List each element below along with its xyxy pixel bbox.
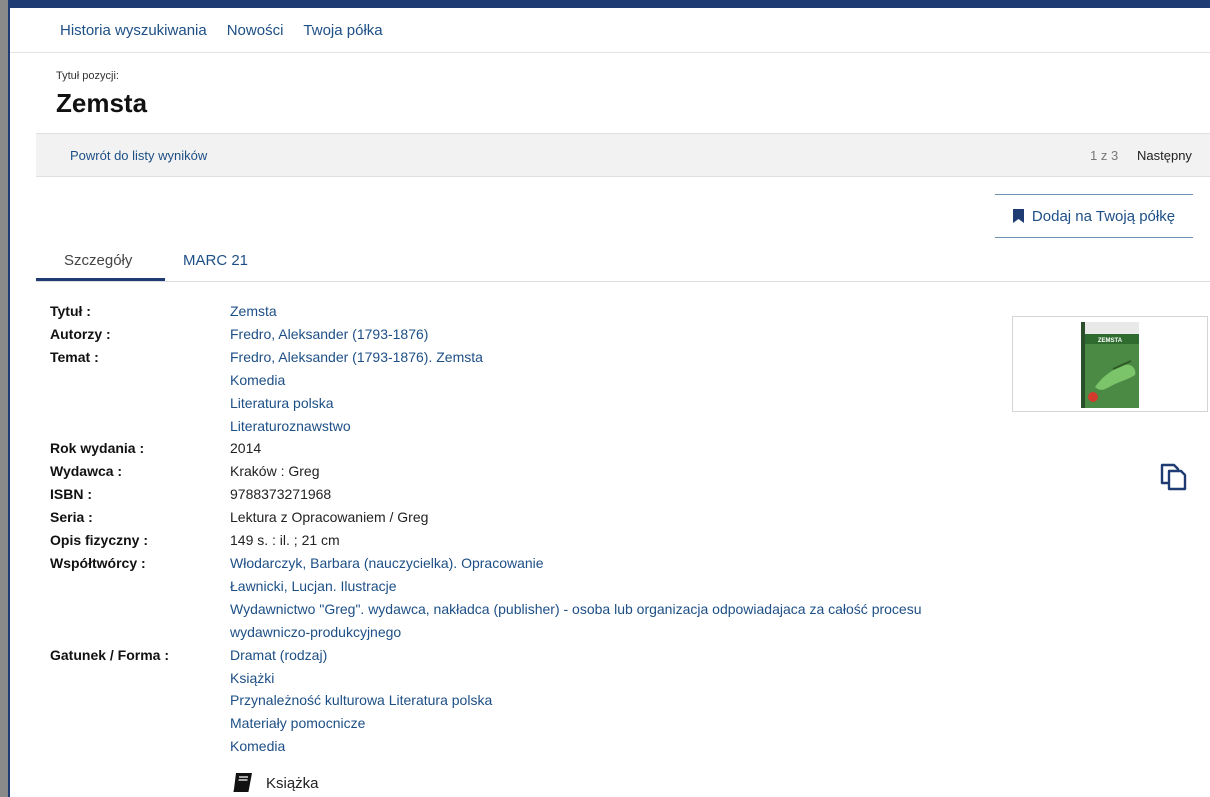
genre-link[interactable]: Komedia bbox=[230, 735, 492, 758]
title-block: Tytuł pozycji: Zemsta bbox=[56, 70, 147, 119]
subject-link[interactable]: Komedia bbox=[230, 369, 483, 392]
tab-marc21[interactable]: MARC 21 bbox=[183, 252, 248, 269]
detail-label: Współtwórcy : bbox=[50, 554, 146, 571]
back-to-results-link[interactable]: Powrót do listy wyników bbox=[70, 148, 207, 163]
detail-label: Opis fizyczny : bbox=[50, 532, 149, 549]
genre-link[interactable]: Przynależność kulturowa Literatura polsk… bbox=[230, 689, 492, 712]
detail-row-subject: Temat : Fredro, Aleksander (1793-1876). … bbox=[50, 346, 922, 438]
copy-icon[interactable] bbox=[1156, 458, 1190, 497]
detail-row-physical: Opis fizyczny : 149 s. : il. ; 21 cm bbox=[50, 529, 922, 552]
result-position: 1 z 3 bbox=[1090, 148, 1119, 163]
physical-description-value: 149 s. : il. ; 21 cm bbox=[230, 532, 340, 549]
subject-link[interactable]: Literaturoznawstwo bbox=[230, 415, 483, 438]
genre-link[interactable]: Książki bbox=[230, 667, 492, 690]
subject-link[interactable]: Literatura polska bbox=[230, 392, 483, 415]
detail-label: Rok wydania : bbox=[50, 440, 145, 457]
publisher-value: Kraków : Greg bbox=[230, 463, 320, 480]
detail-label: Autorzy : bbox=[50, 325, 111, 342]
detail-label: Temat : bbox=[50, 348, 99, 365]
detail-label: Tytuł : bbox=[50, 303, 91, 319]
genre-link[interactable]: Dramat (rodzaj) bbox=[230, 644, 492, 667]
detail-row-year: Rok wydania : 2014 bbox=[50, 437, 922, 460]
contributor-link[interactable]: wydawniczo-produkcyjnego bbox=[230, 621, 922, 644]
detail-row-contributors: Współtwórcy : Włodarczyk, Barbara (naucz… bbox=[50, 552, 922, 644]
title-value-link[interactable]: Zemsta bbox=[230, 300, 277, 323]
detail-row-isbn: ISBN : 9788373271968 bbox=[50, 483, 922, 506]
top-navigation: Historia wyszukiwania Nowości Twoja półk… bbox=[10, 8, 1210, 53]
detail-label: ISBN : bbox=[50, 486, 92, 503]
tab-details[interactable]: Szczegóły bbox=[64, 252, 132, 269]
genre-link[interactable]: Materiały pomocnicze bbox=[230, 712, 492, 735]
detail-row-genre: Gatunek / Forma : Dramat (rodzaj) Książk… bbox=[50, 644, 922, 759]
cover-image[interactable]: ZEMSTA bbox=[1012, 316, 1208, 412]
window-top-border bbox=[0, 0, 1210, 8]
nav-shelf-link[interactable]: Twoja półka bbox=[303, 22, 382, 39]
series-value: Lektura z Opracowaniem / Greg bbox=[230, 509, 429, 526]
add-to-shelf-button[interactable]: Dodaj na Twoją półkę bbox=[995, 194, 1193, 238]
nav-search-history-link[interactable]: Historia wyszukiwania bbox=[60, 22, 207, 39]
page: Historia wyszukiwania Nowości Twoja półk… bbox=[10, 8, 1210, 797]
add-to-shelf-label: Dodaj na Twoją półkę bbox=[1031, 207, 1176, 225]
detail-label: Wydawca : bbox=[50, 463, 123, 480]
detail-row-authors: Autorzy : Fredro, Aleksander (1793-1876) bbox=[50, 323, 922, 346]
page-title: Zemsta bbox=[56, 88, 148, 118]
detail-row-title: Tytuł : Zemsta bbox=[50, 300, 922, 323]
detail-row-publisher: Wydawca : Kraków : Greg bbox=[50, 460, 922, 483]
material-type-label: Książka bbox=[266, 774, 319, 792]
contributor-link[interactable]: Włodarczyk, Barbara (nauczycielka). Opra… bbox=[230, 552, 922, 575]
book-icon bbox=[233, 773, 252, 792]
detail-row-series: Seria : Lektura z Opracowaniem / Greg bbox=[50, 506, 922, 529]
active-tab-indicator bbox=[36, 278, 165, 281]
contributor-link[interactable]: Wydawnictwo "Greg". wydawca, nakładca (p… bbox=[230, 598, 922, 621]
record-details: Tytuł : Zemsta Autorzy : Fredro, Aleksan… bbox=[50, 300, 922, 758]
book-cover-illustration: ZEMSTA bbox=[1081, 322, 1139, 408]
detail-label: Seria : bbox=[50, 509, 93, 526]
next-result-link[interactable]: Następny bbox=[1137, 148, 1192, 163]
cover-banner-text: ZEMSTA bbox=[1098, 338, 1123, 344]
author-link[interactable]: Fredro, Aleksander (1793-1876) bbox=[230, 323, 428, 346]
results-navigation-bar: Powrót do listy wyników 1 z 3 Następny bbox=[36, 133, 1210, 177]
detail-label: Gatunek / Forma : bbox=[50, 646, 170, 663]
nav-news-link[interactable]: Nowości bbox=[227, 22, 284, 39]
window-left-border bbox=[0, 0, 8, 797]
contributor-link[interactable]: Ławnicki, Lucjan. Ilustracje bbox=[230, 575, 922, 598]
isbn-value: 9788373271968 bbox=[230, 486, 332, 503]
subject-link[interactable]: Fredro, Aleksander (1793-1876). Zemsta bbox=[230, 346, 483, 369]
year-value: 2014 bbox=[230, 440, 262, 457]
material-type: Książka bbox=[232, 773, 319, 793]
bookmark-icon bbox=[1012, 209, 1024, 223]
tab-bar: Szczegóły MARC 21 bbox=[36, 244, 1210, 282]
title-caption: Tytuł pozycji: bbox=[56, 70, 119, 82]
